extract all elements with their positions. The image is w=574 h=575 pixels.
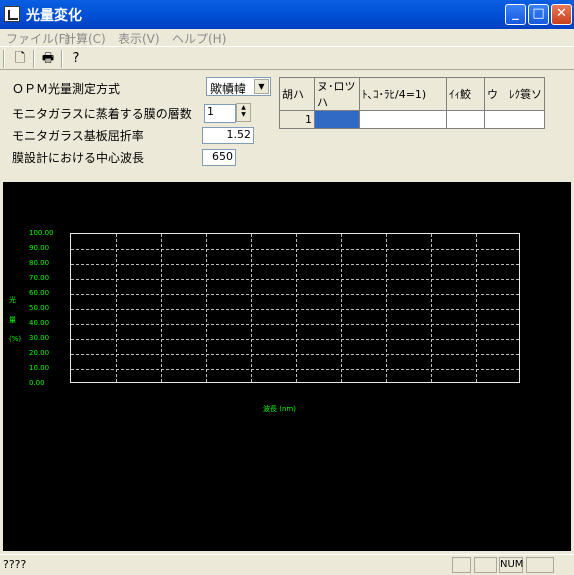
chart-area: 光 量 (%) 波長 (nm) 100.00 90.00 80.00 70.00 60.… — [3, 182, 571, 551]
status-pane — [474, 557, 497, 573]
grid-line-vertical — [476, 234, 477, 382]
y-tick-label: 40.00 — [29, 319, 50, 327]
table-cell-selected[interactable] — [314, 110, 360, 129]
close-button[interactable]: ✕ — [551, 4, 572, 25]
y-tick-label: 90.00 — [29, 244, 50, 252]
title-bar: 光量変化 _ □ ✕ — [0, 0, 574, 29]
y-axis-label: 量 — [9, 316, 16, 324]
grid-line-vertical — [251, 234, 252, 382]
refr-label: モニタガラス基板屈折率 — [12, 129, 144, 143]
menu-bar: ファイル(F) 計算(C) 表示(V) ヘルプ(H) — [0, 29, 574, 46]
layer-table: 胡ハ ヌ･ロツハ ﾄ､ｺ･ﾗﾋ/4=1) ｲｨ鮫 ウ ﾚｸ簑ソ 1 — [279, 77, 545, 129]
layers-spinner[interactable]: ▲ ▼ — [236, 103, 251, 122]
y-tick-label: 20.00 — [29, 349, 50, 357]
y-tick-label: 70.00 — [29, 274, 50, 282]
table-cell[interactable] — [484, 110, 545, 129]
grid-line-vertical — [116, 234, 117, 382]
wavelength-value: 650 — [212, 150, 233, 163]
grid-line-vertical — [296, 234, 297, 382]
x-axis-label: 波長 (nm) — [263, 405, 296, 413]
num-indicator: NUM — [499, 557, 523, 573]
maximize-button[interactable]: □ — [528, 4, 549, 25]
settings-panel: ＯＰＭ光量測定方式 歟幘幃 ▼ モニタガラスに蒸着する膜の層数 1 ▲ ▼ モニタ… — [4, 70, 570, 178]
window-title: 光量変化 — [26, 8, 82, 24]
table-header-row: 胡ハ ヌ･ロツハ ﾄ､ｺ･ﾗﾋ/4=1) ｲｨ鮫 ウ ﾚｸ簑ソ — [279, 77, 545, 111]
wavelength-label: 膜設計における中心波長 — [12, 151, 145, 165]
method-label: ＯＰＭ光量測定方式 — [12, 82, 121, 96]
y-tick-label: 80.00 — [29, 259, 50, 267]
minimize-button[interactable]: _ — [505, 4, 526, 25]
table-cell[interactable] — [446, 110, 485, 129]
grid-line-horizontal — [71, 309, 519, 310]
spin-down-icon[interactable]: ▼ — [237, 111, 250, 118]
grid-line-horizontal — [71, 294, 519, 295]
spin-up-icon[interactable]: ▲ — [237, 104, 250, 111]
toolbar-grip — [3, 50, 5, 68]
menu-view[interactable]: 表示(V) — [118, 30, 160, 47]
grid-line-vertical — [386, 234, 387, 382]
grid-line-horizontal — [71, 249, 519, 250]
chevron-down-icon[interactable]: ▼ — [254, 79, 269, 94]
status-bar: ???? NUM — [0, 554, 574, 575]
grid-line-horizontal — [71, 279, 519, 280]
refr-value: 1.52 — [226, 128, 252, 141]
new-icon[interactable]: 🗋 — [11, 50, 29, 68]
y-tick-label: 0.00 — [29, 379, 45, 387]
layers-label: モニタガラスに蒸着する膜の層数 — [12, 107, 192, 121]
grid-line-horizontal — [71, 324, 519, 325]
method-value: 歟幘幃 — [210, 82, 247, 96]
y-tick-label: 60.00 — [29, 289, 50, 297]
app-icon — [4, 6, 20, 22]
status-pane — [526, 557, 554, 573]
row-number: 1 — [279, 110, 315, 129]
toolbar: 🗋 🖶 ? — [0, 46, 574, 70]
help-icon[interactable]: ? — [67, 50, 85, 68]
print-icon[interactable]: 🖶 — [39, 50, 57, 68]
menu-file[interactable]: ファイル(F) — [6, 30, 70, 47]
method-select[interactable]: 歟幘幃 ▼ — [206, 77, 271, 96]
col-header: ヌ･ロツハ — [314, 77, 360, 111]
status-text: ???? — [3, 558, 27, 571]
y-axis-label: 光 — [9, 296, 16, 304]
y-tick-label: 10.00 — [29, 364, 50, 372]
menu-help[interactable]: ヘルプ(H) — [172, 30, 226, 47]
grid-line-vertical — [431, 234, 432, 382]
layers-value: 1 — [207, 105, 214, 118]
col-header: ウ ﾚｸ簑ソ — [484, 77, 545, 111]
y-tick-label: 50.00 — [29, 304, 50, 312]
grid-line-vertical — [161, 234, 162, 382]
col-header: 胡ハ — [279, 77, 315, 111]
menu-calc[interactable]: 計算(C) — [64, 30, 106, 47]
grid-line-horizontal — [71, 264, 519, 265]
grid-line-horizontal — [71, 339, 519, 340]
y-tick-label: 100.00 — [29, 229, 54, 237]
col-header: ﾄ､ｺ･ﾗﾋ/4=1) — [359, 77, 447, 111]
grid-line-vertical — [206, 234, 207, 382]
grid-line-vertical — [341, 234, 342, 382]
grid-line-horizontal — [71, 369, 519, 370]
y-axis-label: (%) — [9, 335, 22, 343]
layers-input[interactable]: 1 — [204, 104, 236, 123]
col-header: ｲｨ鮫 — [446, 77, 485, 111]
refr-input[interactable]: 1.52 — [202, 127, 254, 144]
table-row: 1 — [279, 110, 545, 129]
grid-line-horizontal — [71, 354, 519, 355]
status-pane — [452, 557, 471, 573]
toolbar-separator — [33, 50, 35, 68]
y-tick-label: 30.00 — [29, 334, 50, 342]
plot-area — [70, 233, 520, 383]
table-cell[interactable] — [359, 110, 447, 129]
wavelength-input[interactable]: 650 — [202, 149, 236, 166]
toolbar-separator — [61, 50, 63, 68]
